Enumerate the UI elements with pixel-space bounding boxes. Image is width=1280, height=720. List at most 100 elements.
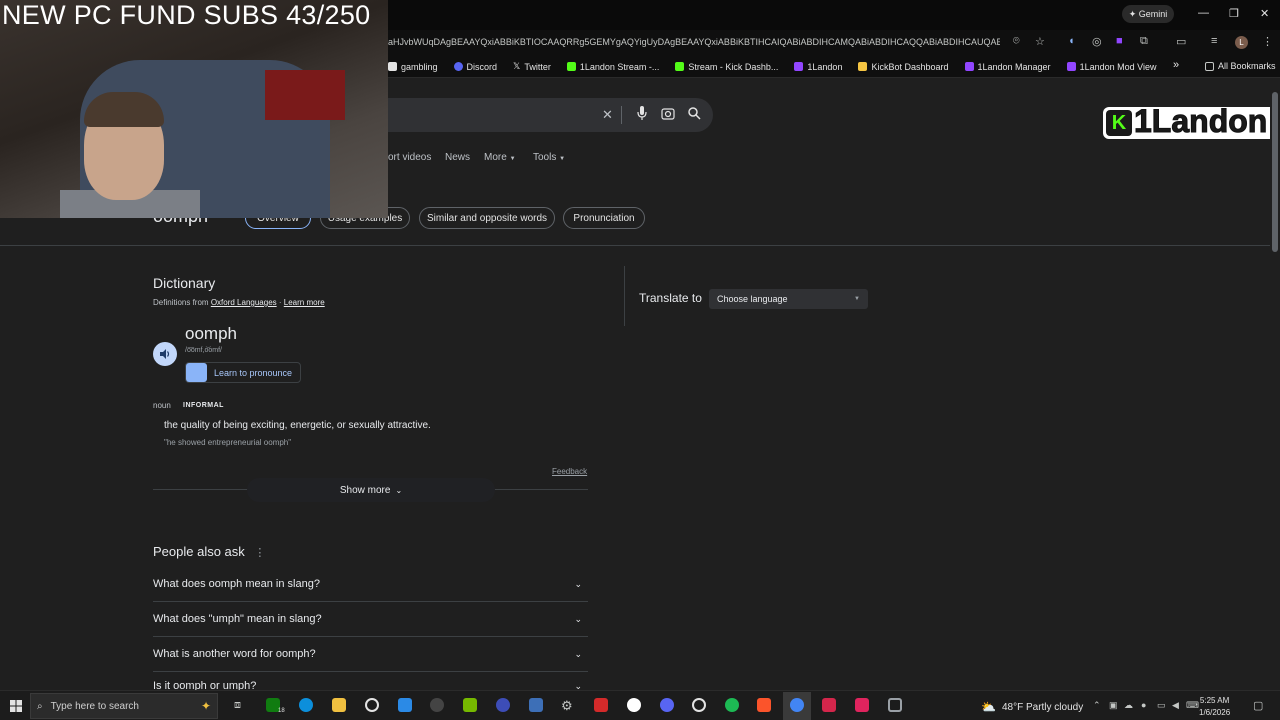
kick-logo-icon: K bbox=[1106, 110, 1132, 136]
language-select[interactable]: Choose language ▼ bbox=[709, 289, 868, 309]
weather-text: 48°F Partly cloudy bbox=[1001, 701, 1084, 713]
address-bar[interactable]: aHJvbWUqDAgBEAAYQxiABBiKBTIOCAAQRRg5GEMY… bbox=[388, 37, 1000, 47]
paa-question[interactable]: What is another word for oomph? ⌄ bbox=[153, 637, 588, 672]
scrollbar-thumb[interactable] bbox=[1272, 92, 1278, 252]
show-more-button[interactable]: Show more ⌄ bbox=[247, 478, 495, 502]
taskbar-search-input[interactable]: ⌕ Type here to search ✦ bbox=[30, 693, 218, 719]
caret-down-icon: ▼ bbox=[509, 156, 516, 162]
tab-more-label: More bbox=[484, 152, 507, 163]
vpn-icon[interactable] bbox=[888, 698, 902, 712]
network-icon[interactable]: ▭ bbox=[1157, 700, 1166, 711]
dictionary-title: Dictionary bbox=[153, 275, 216, 291]
bookmark-kick-dashboard[interactable]: Stream - Kick Dashb... bbox=[675, 61, 778, 72]
file-explorer-icon[interactable] bbox=[332, 698, 346, 712]
more-options-icon[interactable]: ⋮ bbox=[254, 547, 265, 559]
search-input[interactable]: ✕ bbox=[388, 98, 713, 132]
bookmark-twitter[interactable]: 𝕏 Twitter bbox=[513, 61, 551, 72]
divider bbox=[624, 266, 625, 326]
close-window-button[interactable]: ✕ bbox=[1260, 7, 1269, 20]
all-bookmarks-button[interactable]: All Bookmarks bbox=[1205, 61, 1276, 71]
oxford-languages-link[interactable]: Oxford Languages bbox=[211, 298, 277, 307]
store-icon[interactable] bbox=[398, 698, 412, 712]
profile-avatar[interactable]: L bbox=[1235, 36, 1248, 49]
language-icon[interactable]: ⌨ bbox=[1186, 700, 1199, 711]
paa-question[interactable]: What does "umph" mean in slang? ⌄ bbox=[153, 602, 588, 637]
paa-question[interactable]: What does oomph mean in slang? ⌄ bbox=[153, 567, 588, 602]
paa-title-text: People also ask bbox=[153, 544, 245, 559]
chip-similar-words[interactable]: Similar and opposite words bbox=[419, 207, 555, 229]
lens-camera-icon[interactable] bbox=[661, 107, 675, 123]
feedback-link[interactable]: Feedback bbox=[552, 467, 587, 476]
tab-more[interactable]: More ▼ bbox=[484, 152, 516, 163]
bookmark-kickbot[interactable]: KickBot Dashboard bbox=[858, 61, 949, 72]
twitch-icon bbox=[794, 62, 804, 71]
windows-start-icon[interactable] bbox=[10, 699, 22, 717]
extension-twitch-icon[interactable]: ■ bbox=[1116, 35, 1123, 47]
app-icon[interactable] bbox=[496, 698, 510, 712]
bookmark-discord[interactable]: Discord bbox=[453, 61, 497, 72]
twitch-icon bbox=[964, 62, 974, 71]
nvidia-icon[interactable] bbox=[463, 698, 477, 712]
learn-to-pronounce-button[interactable]: Learn to pronounce bbox=[185, 362, 301, 383]
bookmark-1landon-manager[interactable]: 1Landon Manager bbox=[964, 61, 1051, 72]
learn-more-link[interactable]: Learn more bbox=[284, 298, 325, 307]
tray-overflow-icon[interactable]: ⌃ bbox=[1093, 700, 1101, 711]
paa-question[interactable]: Is it oomph or umph? ⌄ bbox=[153, 672, 588, 692]
microphone-icon[interactable]: ● bbox=[1141, 700, 1146, 710]
obs-icon[interactable] bbox=[627, 698, 641, 712]
taskbar-clock[interactable]: 5:25 AM 1/6/2026 bbox=[1199, 695, 1230, 719]
bookmark-star-icon[interactable]: ☆ bbox=[1035, 35, 1045, 48]
app-icon[interactable] bbox=[822, 698, 836, 712]
clear-search-icon[interactable]: ✕ bbox=[602, 107, 613, 123]
webcam-overlay bbox=[0, 0, 388, 218]
bookmark-label: 1Landon Stream -... bbox=[579, 61, 660, 72]
chrome-icon[interactable] bbox=[790, 698, 804, 712]
media-app-icon[interactable] bbox=[430, 698, 444, 712]
tray-icon[interactable]: ▣ bbox=[1109, 700, 1118, 711]
tab-news[interactable]: News bbox=[445, 152, 470, 163]
gemini-button[interactable]: ✦ Gemini bbox=[1122, 5, 1174, 23]
bookmark-1landon[interactable]: 1Landon bbox=[794, 61, 842, 72]
extensions-puzzle-icon[interactable]: ⧉ bbox=[1140, 35, 1148, 48]
calculator-icon[interactable] bbox=[529, 698, 543, 712]
show-more-label: Show more bbox=[339, 484, 391, 496]
discord-icon[interactable] bbox=[660, 698, 674, 712]
part-of-speech: noun bbox=[153, 401, 171, 410]
tab-short-videos[interactable]: ort videos bbox=[388, 152, 431, 163]
tray-icon[interactable]: ☁ bbox=[1124, 700, 1133, 711]
steam-icon[interactable] bbox=[365, 698, 379, 712]
notifications-icon[interactable]: ▢ bbox=[1253, 699, 1263, 712]
settings-gear-icon[interactable]: ⚙ bbox=[561, 698, 573, 714]
bookmark-1landon-mod-view[interactable]: 1Landon Mod View bbox=[1066, 61, 1156, 72]
recorder-icon[interactable] bbox=[594, 698, 608, 712]
tab-search-icon[interactable]: ≡ bbox=[1211, 35, 1217, 47]
task-view-icon[interactable]: ⧈ bbox=[234, 699, 241, 712]
menu-kebab-icon[interactable]: ⋮ bbox=[1262, 35, 1273, 48]
search-icon[interactable] bbox=[688, 107, 701, 123]
bookmark-gambling[interactable]: gambling bbox=[388, 61, 438, 72]
bookmark-label: Twitter bbox=[524, 61, 551, 72]
folder-icon bbox=[1205, 61, 1214, 71]
extension-mask-icon[interactable]: ◎ bbox=[1092, 35, 1102, 48]
definition-text: the quality of being exciting, energetic… bbox=[164, 420, 431, 431]
spotify-icon[interactable] bbox=[725, 698, 739, 712]
github-icon[interactable] bbox=[692, 698, 706, 712]
chip-pronunciation[interactable]: Pronunciation bbox=[563, 207, 645, 229]
bookmark-1landon-stream[interactable]: 1Landon Stream -... bbox=[566, 61, 660, 72]
cast-icon[interactable]: ▭ bbox=[1176, 35, 1186, 48]
brave-icon[interactable] bbox=[757, 698, 771, 712]
extension-audio-icon[interactable]: ◖ bbox=[1068, 35, 1075, 47]
microphone-icon[interactable] bbox=[637, 106, 647, 123]
bookmarks-overflow-button[interactable]: » bbox=[1173, 59, 1179, 71]
minimize-button[interactable]: — bbox=[1198, 7, 1209, 19]
speaker-icon[interactable] bbox=[153, 342, 177, 366]
tab-tools[interactable]: Tools ▼ bbox=[533, 152, 565, 163]
location-icon[interactable]: ⌾ bbox=[1013, 35, 1020, 48]
weather-widget[interactable]: ⛅ 48°F Partly cloudy bbox=[981, 700, 1083, 714]
twitch-icon bbox=[1066, 62, 1076, 71]
app-icon[interactable] bbox=[855, 698, 869, 712]
restore-button[interactable]: ❐ bbox=[1229, 7, 1239, 20]
webcam-hair bbox=[84, 92, 164, 127]
edge-icon[interactable] bbox=[299, 698, 313, 712]
volume-icon[interactable]: ◀ bbox=[1172, 700, 1179, 711]
